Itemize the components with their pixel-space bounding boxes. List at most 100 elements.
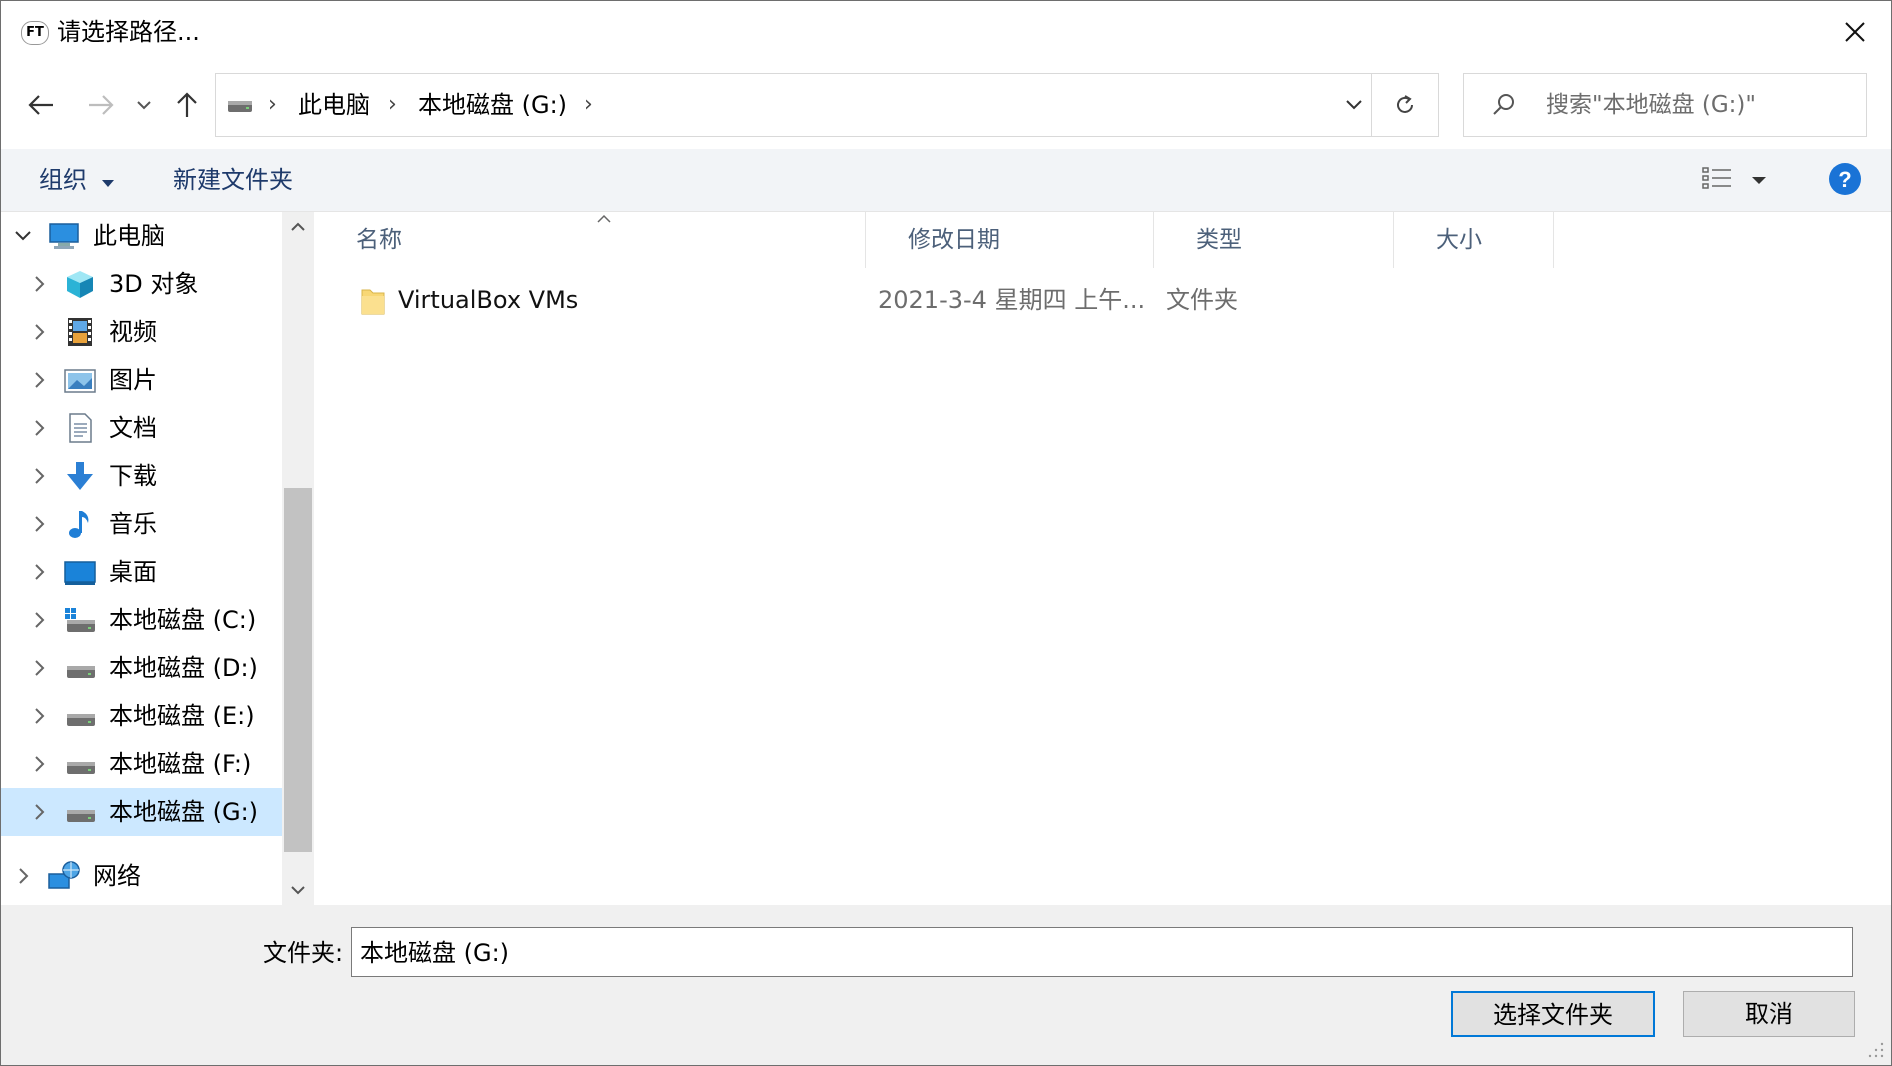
drive-icon — [228, 101, 252, 112]
search-icon — [1493, 94, 1514, 115]
tree-item-drive-f[interactable]: 本地磁盘 (F:) — [1, 740, 282, 788]
chevron-right-icon — [35, 804, 45, 820]
tree-item-label: 下载 — [109, 462, 157, 490]
videos-icon — [68, 318, 92, 346]
search-box[interactable]: 搜索"本地磁盘 (G:)" — [1463, 73, 1867, 137]
organize-label: 组织 — [39, 166, 87, 194]
chevron-right-icon — [35, 372, 45, 388]
tree-item-desktop[interactable]: 桌面 — [1, 548, 282, 596]
app-icon: FT — [21, 21, 49, 45]
tree-item-music[interactable]: 音乐 — [1, 500, 282, 548]
help-button[interactable]: ? — [1827, 161, 1863, 197]
folder-icon — [361, 289, 385, 315]
tree-item-videos[interactable]: 视频 — [1, 308, 282, 356]
tree-item-drive-d[interactable]: 本地磁盘 (D:) — [1, 644, 282, 692]
organize-menu[interactable]: 组织 — [39, 149, 115, 211]
folder-name-input[interactable]: 本地磁盘 (G:) — [351, 927, 1853, 977]
view-list-icon — [1702, 167, 1731, 189]
tree-item-label: 文档 — [109, 414, 157, 442]
column-header-modified[interactable]: 修改日期 — [866, 212, 1154, 268]
scroll-thumb[interactable] — [284, 488, 312, 852]
breadcrumb-separator[interactable]: › — [388, 74, 397, 136]
folder-label: 文件夹: — [263, 939, 344, 967]
refresh-icon — [1397, 95, 1413, 113]
chevron-right-icon — [35, 324, 45, 340]
navigation-pane: 此电脑 3D 对象 视频 图片 文档 下载 音乐 桌面 本地磁盘 (C:) 本地… — [1, 212, 282, 905]
select-folder-button[interactable]: 选择文件夹 — [1451, 991, 1655, 1037]
chevron-down-icon — [291, 886, 305, 895]
breadcrumb-this-pc[interactable]: 此电脑 — [298, 74, 370, 136]
tree-item-label: 本地磁盘 (C:) — [109, 606, 257, 634]
chevron-right-icon — [35, 612, 45, 628]
arrow-left-icon — [28, 95, 53, 115]
resize-grip-icon[interactable] — [1867, 1041, 1885, 1059]
file-name: VirtualBox VMs — [398, 286, 579, 314]
chevron-right-icon — [35, 756, 45, 772]
chevron-right-icon — [35, 516, 45, 532]
new-folder-button[interactable]: 新建文件夹 — [173, 149, 293, 211]
tree-item-downloads[interactable]: 下载 — [1, 452, 282, 500]
scroll-down-button[interactable] — [282, 875, 314, 905]
tree-item-label: 视频 — [109, 318, 157, 346]
drive-icon — [67, 714, 95, 726]
navigation-pane-scrollbar[interactable] — [282, 212, 314, 905]
arrow-up-icon — [177, 92, 197, 117]
file-modified: 2021-3-4 星期四 上午... — [878, 286, 1146, 314]
column-header-size[interactable]: 大小 — [1394, 212, 1554, 268]
column-header-type[interactable]: 类型 — [1154, 212, 1394, 268]
tree-item-network[interactable]: 网络 — [1, 852, 282, 900]
chevron-right-icon — [35, 468, 45, 484]
tree-item-label: 本地磁盘 (F:) — [109, 750, 252, 778]
tree-item-label: 3D 对象 — [109, 270, 199, 298]
folder-picker-dialog: FT 请选择路径... › 此电脑 › 本地磁盘 (G:) › 搜索"本地磁盘 … — [0, 0, 1892, 1066]
tree-item-label: 网络 — [93, 862, 141, 890]
close-button[interactable] — [1819, 1, 1891, 63]
tree-item-label: 图片 — [109, 366, 157, 394]
title-bar: FT 请选择路径... — [1, 1, 1891, 63]
column-header-name[interactable]: 名称 — [314, 212, 866, 268]
pictures-icon — [64, 369, 96, 393]
breadcrumb-drive-g[interactable]: 本地磁盘 (G:) — [418, 74, 567, 136]
tree-item-this-pc[interactable]: 此电脑 — [1, 212, 282, 260]
recent-locations-button[interactable] — [129, 85, 159, 125]
svg-text:?: ? — [1838, 167, 1851, 192]
address-bar[interactable]: › 此电脑 › 本地磁盘 (G:) › — [215, 73, 1439, 137]
chevron-up-icon — [291, 222, 305, 231]
network-icon — [48, 861, 80, 889]
caret-down-icon — [1752, 177, 1766, 184]
cancel-button[interactable]: 取消 — [1683, 991, 1855, 1037]
tree-item-drive-g[interactable]: 本地磁盘 (G:) — [1, 788, 282, 836]
refresh-button[interactable] — [1371, 74, 1438, 136]
breadcrumb-separator[interactable]: › — [584, 74, 593, 136]
caret-down-icon — [101, 180, 114, 187]
view-dropdown-button[interactable] — [1751, 165, 1775, 195]
tree-item-drive-c[interactable]: 本地磁盘 (C:) — [1, 596, 282, 644]
drive-icon — [67, 810, 95, 822]
back-button[interactable] — [21, 85, 61, 125]
tree-item-drive-e[interactable]: 本地磁盘 (E:) — [1, 692, 282, 740]
view-options-button[interactable] — [1701, 165, 1741, 195]
tree-item-label: 本地磁盘 (E:) — [109, 702, 255, 730]
file-type: 文件夹 — [1166, 286, 1238, 314]
arrow-right-icon — [89, 95, 114, 115]
tree-item-pictures[interactable]: 图片 — [1, 356, 282, 404]
close-icon — [1845, 22, 1865, 42]
window-title: 请选择路径... — [57, 18, 200, 46]
chevron-down-icon — [137, 101, 151, 110]
tree-item-documents[interactable]: 文档 — [1, 404, 282, 452]
drive-icon — [67, 666, 95, 678]
file-size — [1406, 276, 1556, 324]
navigation-bar: › 此电脑 › 本地磁盘 (G:) › 搜索"本地磁盘 (G:)" — [1, 63, 1891, 149]
chevron-right-icon — [35, 708, 45, 724]
file-list: 名称 修改日期 类型 大小 VirtualBox VMs 2021-3-4 星期… — [314, 212, 1891, 905]
file-row[interactable]: VirtualBox VMs 2021-3-4 星期四 上午... 文件夹 — [314, 276, 1891, 324]
tree-item-label: 音乐 — [109, 510, 157, 538]
forward-button[interactable] — [81, 85, 121, 125]
tree-item-3d-objects[interactable]: 3D 对象 — [1, 260, 282, 308]
up-button[interactable] — [167, 85, 207, 125]
search-input[interactable]: 搜索"本地磁盘 (G:)" — [1546, 74, 1756, 136]
chevron-right-icon — [35, 276, 45, 292]
scroll-up-button[interactable] — [282, 212, 314, 242]
help-icon: ? — [1829, 163, 1861, 195]
breadcrumb-separator[interactable]: › — [268, 74, 277, 136]
